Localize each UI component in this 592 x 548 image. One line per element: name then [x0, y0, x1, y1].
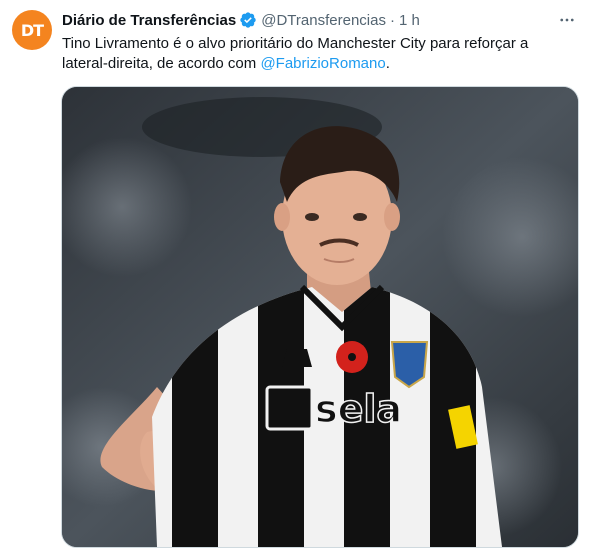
tweet-text-end: . — [385, 55, 390, 72]
tweet-photo[interactable]: sela — [61, 86, 579, 548]
separator-dot: · — [389, 11, 395, 29]
tweet-text: Tino Livramento é o alvo prioritário do … — [62, 34, 572, 74]
author-handle[interactable]: @DTransferencias — [261, 12, 386, 29]
player-photo: sela — [62, 87, 578, 547]
author-name[interactable]: Diário de Transferências — [62, 12, 236, 29]
avatar[interactable]: DT — [12, 10, 52, 50]
tweet[interactable]: DT Diário de Transferências @DTransferen… — [0, 0, 592, 548]
tweet-header: Diário de Transferências @DTransferencia… — [62, 9, 578, 31]
verified-badge-icon[interactable] — [239, 11, 257, 29]
mention-link[interactable]: @FabrizioRomano — [260, 55, 385, 72]
sponsor-logo: sela — [315, 387, 402, 431]
avatar-monogram: DT — [20, 20, 44, 40]
more-options-icon[interactable] — [556, 9, 578, 31]
timestamp[interactable]: 1 h — [399, 12, 420, 29]
